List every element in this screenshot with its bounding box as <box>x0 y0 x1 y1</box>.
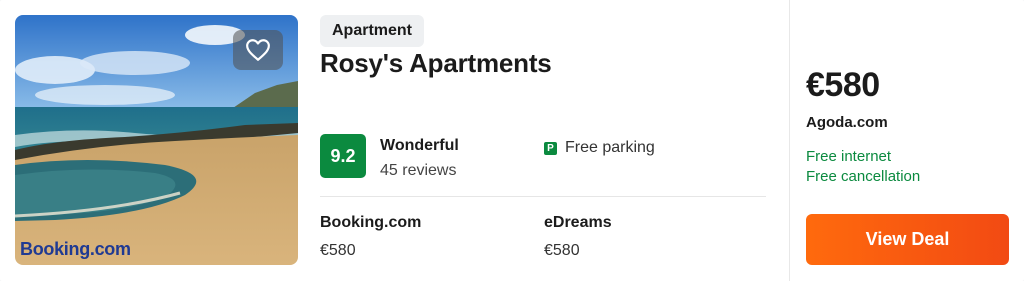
review-count[interactable]: 45 reviews <box>380 162 456 180</box>
divider <box>320 196 766 197</box>
property-type-badge: Apartment <box>320 15 425 47</box>
photo-source-watermark: Booking.com <box>20 239 131 259</box>
favorite-button[interactable] <box>233 30 283 70</box>
column-divider <box>789 0 790 281</box>
provider-name: eDreams <box>544 214 612 231</box>
rating-label: Wonderful <box>380 137 459 154</box>
amenity-free-parking: P Free parking <box>544 139 655 157</box>
deal-provider: Agoda.com <box>806 114 888 131</box>
hotel-name[interactable]: Rosy's Apartments <box>320 48 552 79</box>
provider-price: €580 <box>320 242 356 259</box>
provider-name: Booking.com <box>320 214 422 231</box>
provider-price: €580 <box>544 242 580 259</box>
perk-free-internet: Free internet <box>806 148 892 165</box>
perk-free-cancellation: Free cancellation <box>806 168 921 185</box>
rating-score-badge: 9.2 <box>320 134 366 178</box>
parking-icon: P <box>544 141 557 155</box>
hotel-result-card: Booking.com Apartment Rosy's Apartments … <box>0 0 1024 281</box>
provider-offer-booking[interactable]: Booking.com €580 <box>320 214 520 260</box>
deal-price: €580 <box>806 66 880 104</box>
provider-offer-edreams[interactable]: eDreams €580 <box>544 214 744 260</box>
view-deal-button[interactable]: View Deal <box>806 214 1009 265</box>
heart-icon <box>246 39 270 61</box>
amenity-label: Free parking <box>565 139 655 156</box>
